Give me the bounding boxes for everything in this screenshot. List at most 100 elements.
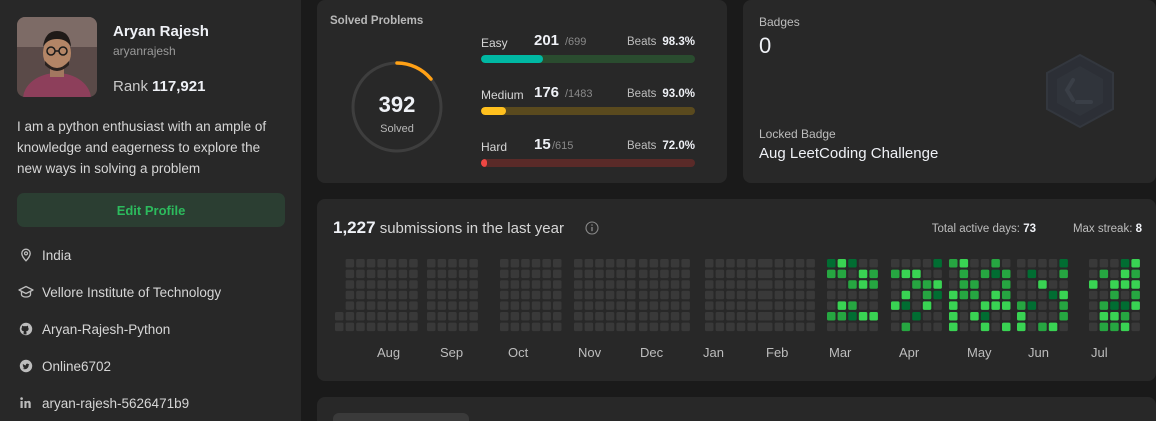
heatmap-cell[interactable] (616, 259, 625, 268)
heatmap-cell[interactable] (726, 312, 735, 321)
heatmap-cell[interactable] (1089, 259, 1098, 268)
heatmap-cell[interactable] (764, 280, 773, 289)
heatmap-cell[interactable] (1099, 301, 1109, 310)
heatmap-cell[interactable] (1120, 280, 1130, 289)
heatmap-cell[interactable] (795, 280, 805, 289)
heatmap-cell[interactable] (959, 259, 969, 268)
heatmap-cell[interactable] (595, 290, 604, 300)
heatmap-cell[interactable] (553, 301, 562, 310)
heatmap-cell[interactable] (521, 301, 530, 310)
heatmap-cell[interactable] (1048, 290, 1058, 300)
heatmap-cell[interactable] (627, 259, 636, 268)
heatmap-cell[interactable] (901, 280, 911, 289)
heatmap-cell[interactable] (500, 269, 509, 279)
heatmap-cell[interactable] (437, 322, 447, 332)
heatmap-cell[interactable] (980, 290, 990, 300)
heatmap-cell[interactable] (1048, 322, 1058, 332)
heatmap-cell[interactable] (521, 269, 530, 279)
heatmap-cell[interactable] (858, 301, 868, 310)
heatmap-cell[interactable] (991, 322, 1000, 332)
heatmap-cell[interactable] (670, 301, 680, 310)
heatmap-cell[interactable] (980, 322, 990, 332)
heatmap-cell[interactable] (605, 290, 615, 300)
heatmap-cell[interactable] (388, 322, 397, 332)
heatmap-cell[interactable] (553, 290, 562, 300)
heatmap-cell[interactable] (959, 269, 969, 279)
heatmap-cell[interactable] (1017, 269, 1026, 279)
heatmap-cell[interactable] (912, 312, 921, 321)
heatmap-cell[interactable] (1131, 269, 1140, 279)
heatmap-cell[interactable] (377, 322, 386, 332)
heatmap-cell[interactable] (649, 269, 659, 279)
heatmap-cell[interactable] (469, 290, 478, 300)
heatmap-cell[interactable] (901, 301, 911, 310)
heatmap-cell[interactable] (377, 312, 386, 321)
heatmap-cell[interactable] (858, 259, 868, 268)
heatmap-cell[interactable] (345, 290, 355, 300)
heatmap-cell[interactable] (970, 322, 979, 332)
heatmap-cell[interactable] (970, 280, 979, 289)
heatmap-cell[interactable] (715, 280, 725, 289)
heatmap-cell[interactable] (922, 259, 932, 268)
heatmap-cell[interactable] (827, 301, 836, 310)
heatmap-cell[interactable] (848, 280, 857, 289)
heatmap-cell[interactable] (869, 322, 878, 332)
heatmap-cell[interactable] (427, 280, 436, 289)
heatmap-cell[interactable] (437, 290, 447, 300)
heatmap-cell[interactable] (774, 269, 784, 279)
heatmap-cell[interactable] (1120, 290, 1130, 300)
heatmap-cell[interactable] (670, 290, 680, 300)
heatmap-cell[interactable] (469, 280, 478, 289)
heatmap-cell[interactable] (1027, 312, 1037, 321)
heatmap-cell[interactable] (1059, 322, 1068, 332)
heatmap-cell[interactable] (427, 301, 436, 310)
heatmap-cell[interactable] (437, 259, 447, 268)
heatmap-cell[interactable] (848, 312, 857, 321)
heatmap-cell[interactable] (1110, 280, 1119, 289)
heatmap-cell[interactable] (806, 269, 815, 279)
heatmap-cell[interactable] (933, 259, 942, 268)
heatmap-cell[interactable] (848, 301, 857, 310)
heatmap-cell[interactable] (616, 322, 625, 332)
heatmap-cell[interactable] (1048, 280, 1058, 289)
heatmap-cell[interactable] (574, 269, 583, 279)
heatmap-cell[interactable] (377, 259, 386, 268)
heatmap-cell[interactable] (345, 259, 355, 268)
heatmap-cell[interactable] (458, 301, 468, 310)
heatmap-cell[interactable] (531, 259, 541, 268)
heatmap-cell[interactable] (649, 301, 659, 310)
heatmap-cell[interactable] (448, 259, 457, 268)
heatmap-cell[interactable] (398, 280, 408, 289)
heatmap-cell[interactable] (574, 290, 583, 300)
heatmap-cell[interactable] (848, 322, 857, 332)
heatmap-cell[interactable] (427, 322, 436, 332)
heatmap-cell[interactable] (1027, 280, 1037, 289)
heatmap-cell[interactable] (1059, 301, 1068, 310)
heatmap-cell[interactable] (409, 290, 418, 300)
heatmap-cell[interactable] (912, 290, 921, 300)
heatmap-cell[interactable] (970, 301, 979, 310)
heatmap-cell[interactable] (627, 280, 636, 289)
heatmap-cell[interactable] (747, 301, 756, 310)
heatmap-cell[interactable] (933, 322, 942, 332)
heatmap-cell[interactable] (448, 322, 457, 332)
heatmap-cell[interactable] (521, 322, 530, 332)
heatmap-cell[interactable] (437, 301, 447, 310)
heatmap-cell[interactable] (764, 301, 773, 310)
heatmap-cell[interactable] (949, 290, 958, 300)
heatmap-cell[interactable] (901, 259, 911, 268)
heatmap-cell[interactable] (409, 322, 418, 332)
heatmap-cell[interactable] (377, 301, 386, 310)
heatmap-cell[interactable] (806, 312, 815, 321)
heatmap-cell[interactable] (616, 280, 625, 289)
heatmap-cell[interactable] (366, 290, 376, 300)
heatmap-cell[interactable] (1059, 312, 1068, 321)
heatmap-cell[interactable] (500, 280, 509, 289)
heatmap-cell[interactable] (949, 312, 958, 321)
heatmap-cell[interactable] (605, 312, 615, 321)
heatmap-cell[interactable] (1110, 290, 1119, 300)
heatmap-cell[interactable] (584, 280, 594, 289)
heatmap-cell[interactable] (795, 322, 805, 332)
heatmap-cell[interactable] (639, 312, 648, 321)
heatmap-cell[interactable] (806, 322, 815, 332)
